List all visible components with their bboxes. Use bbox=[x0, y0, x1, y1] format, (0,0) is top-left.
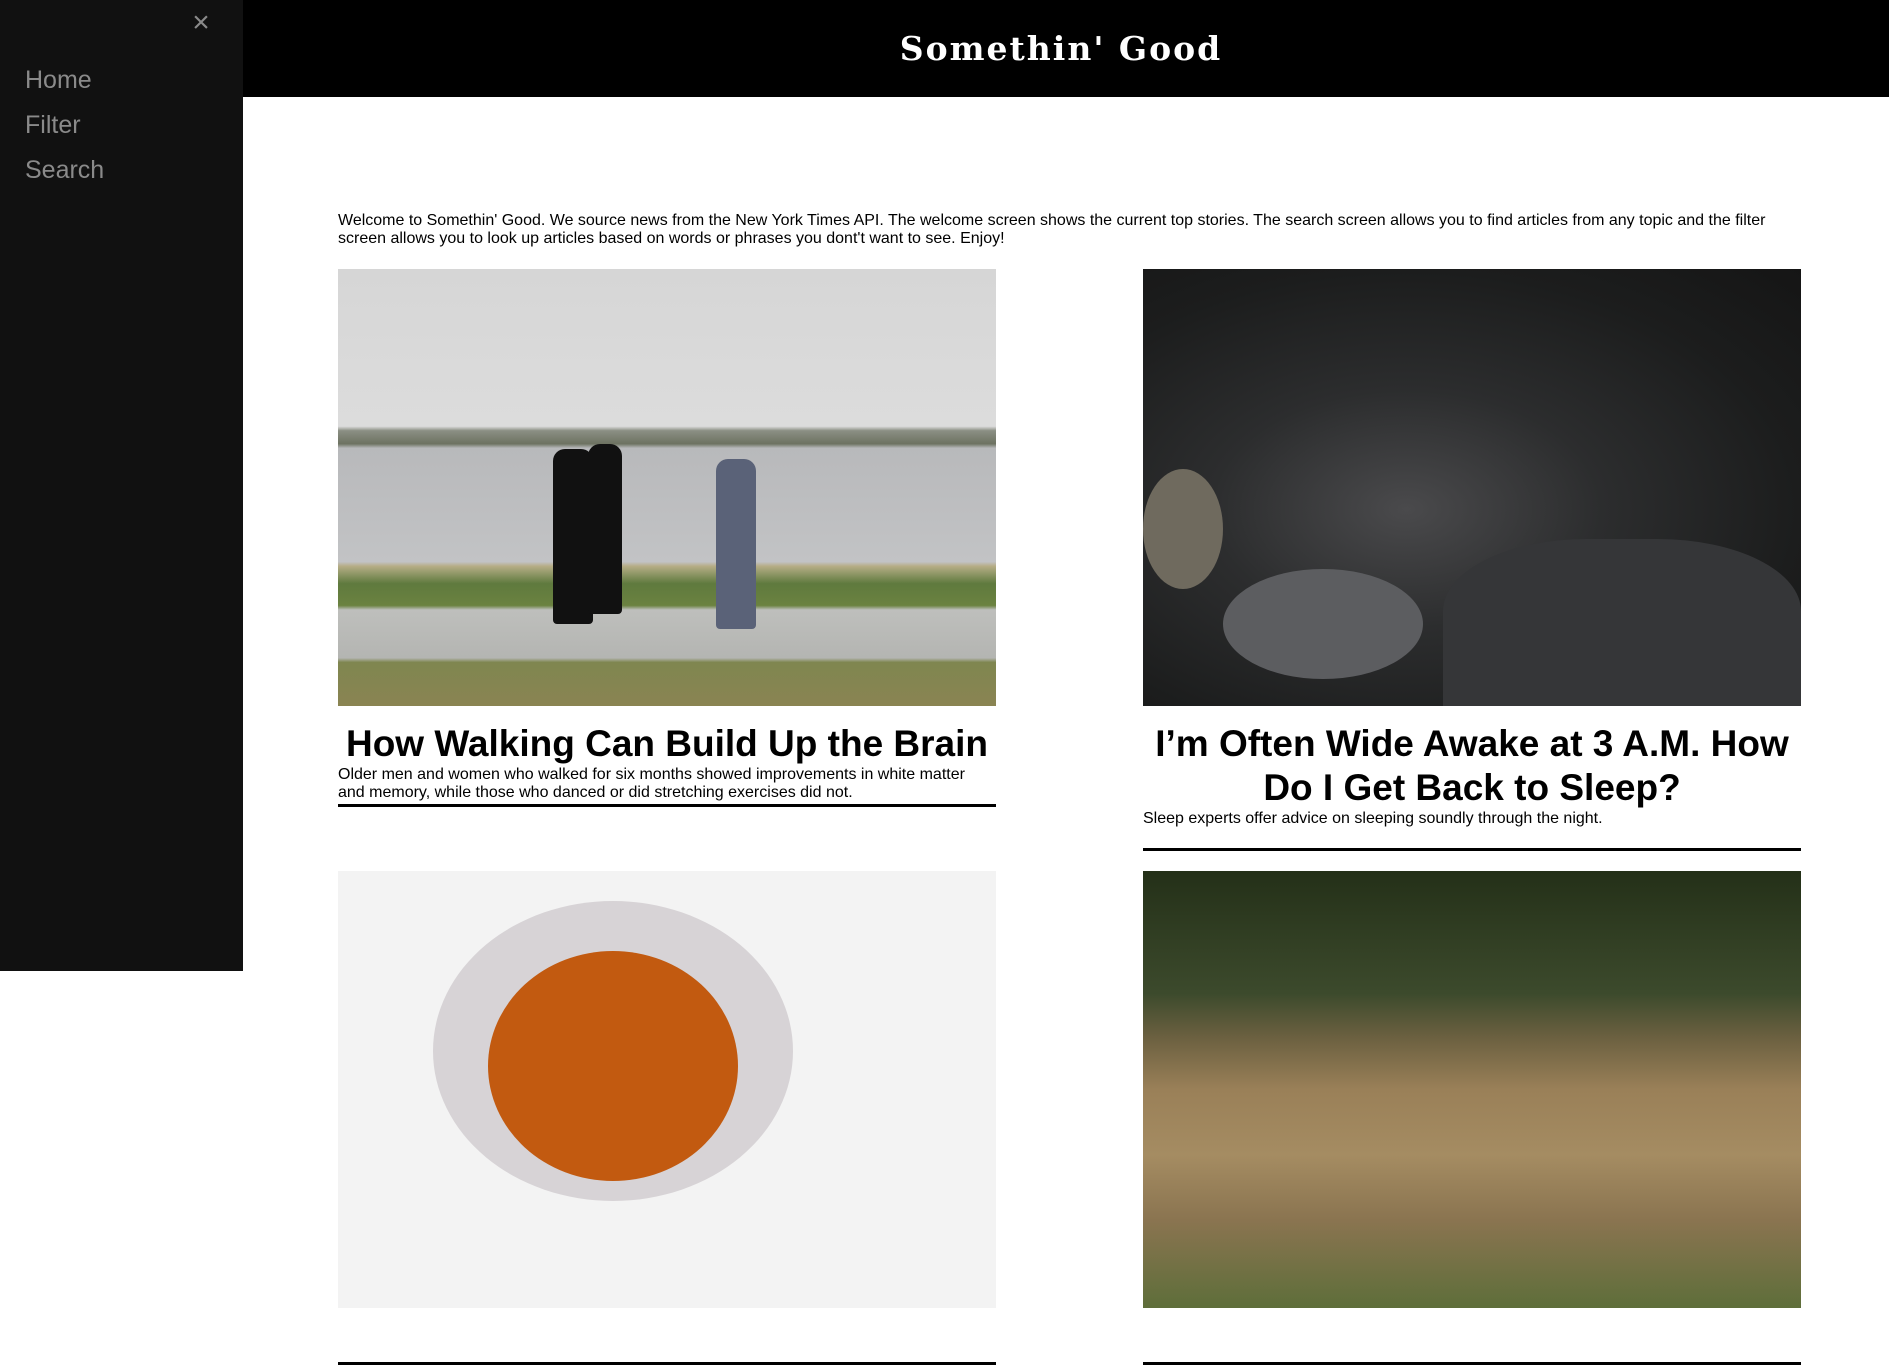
article-image[interactable] bbox=[338, 269, 996, 706]
article-description: Sleep experts offer advice on sleeping s… bbox=[1143, 810, 1603, 827]
article-image[interactable] bbox=[338, 871, 996, 1308]
article-title[interactable]: I’m Often Wide Awake at 3 A.M. How Do I … bbox=[1143, 722, 1801, 810]
sidebar-item-search[interactable]: Search bbox=[25, 148, 104, 193]
close-icon[interactable]: × bbox=[186, 8, 216, 38]
article-card: I’m Often Wide Awake at 3 A.M. How Do I … bbox=[1143, 269, 1801, 851]
article-description bbox=[1143, 1324, 1801, 1360]
broth-shape bbox=[488, 951, 738, 1181]
blanket-shape bbox=[1443, 539, 1801, 706]
clock-shape bbox=[1143, 469, 1223, 589]
article-image[interactable] bbox=[1143, 871, 1801, 1308]
welcome-text: Welcome to Somethin' Good. We source new… bbox=[338, 212, 1766, 247]
article-image[interactable] bbox=[1143, 269, 1801, 706]
article-body: I’m Often Wide Awake at 3 A.M. How Do I … bbox=[1143, 722, 1801, 851]
sidebar-item-home[interactable]: Home bbox=[25, 58, 104, 103]
pillow-shape bbox=[1223, 569, 1423, 679]
site-header: Somethin' Good bbox=[243, 0, 1889, 97]
article-card bbox=[338, 871, 996, 1365]
article-grid: How Walking Can Build Up the Brain Older… bbox=[338, 269, 1801, 1365]
article-body bbox=[338, 1324, 996, 1365]
walker-figure bbox=[716, 459, 756, 629]
article-body bbox=[1143, 1324, 1801, 1365]
article-description: Older men and women who walked for six m… bbox=[338, 766, 965, 801]
article-description bbox=[338, 1324, 996, 1360]
site-title: Somethin' Good bbox=[899, 29, 1223, 68]
walker-figure bbox=[588, 444, 622, 614]
article-card bbox=[1143, 871, 1801, 1365]
sidebar: × Home Filter Search bbox=[0, 0, 243, 971]
walker-figure bbox=[553, 449, 593, 624]
sidebar-nav: Home Filter Search bbox=[25, 58, 104, 193]
article-title[interactable]: How Walking Can Build Up the Brain bbox=[338, 722, 996, 766]
article-body: How Walking Can Build Up the Brain Older… bbox=[338, 722, 996, 807]
sidebar-item-filter[interactable]: Filter bbox=[25, 103, 104, 148]
article-card: How Walking Can Build Up the Brain Older… bbox=[338, 269, 996, 851]
